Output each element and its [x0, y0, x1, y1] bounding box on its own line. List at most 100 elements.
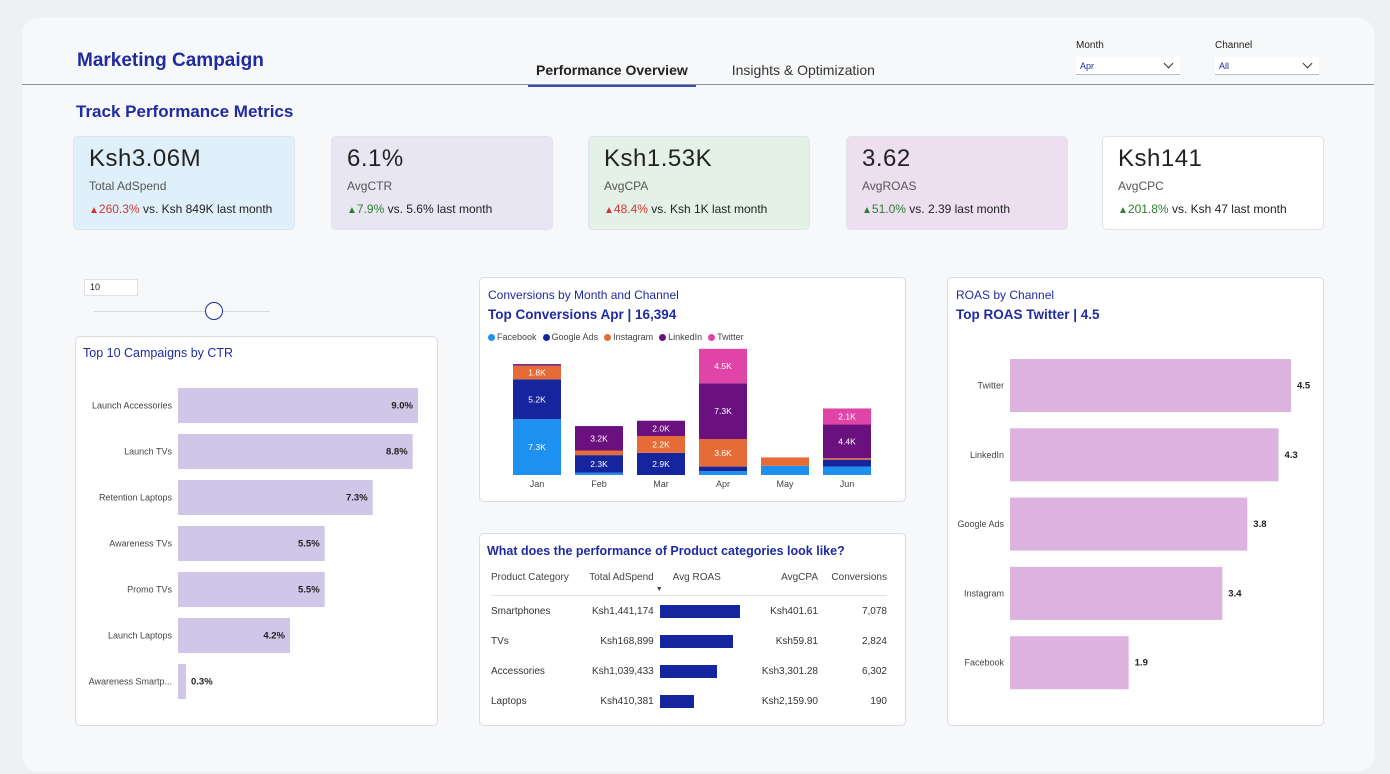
roas-category-label: Instagram — [964, 588, 1004, 598]
column-header[interactable]: AvgCPA — [739, 572, 818, 596]
conversions-data-label: 4.5K — [714, 361, 732, 371]
adspend-cell: Ksh168,899 — [600, 636, 654, 647]
roas-data-bar — [659, 605, 740, 618]
column-header[interactable]: ▼ Avg ROAS — [653, 572, 740, 596]
dashboard-frame: Marketing Campaign Performance Overview … — [22, 18, 1374, 772]
kpi-value: Ksh3.06M — [89, 145, 202, 172]
tab-insights-optimization: Insights & Optimization — [731, 62, 875, 78]
roas-category-label: Facebook — [964, 658, 1004, 668]
conversions-cell: 6,302 — [861, 666, 887, 677]
top-n-slider-track[interactable] — [94, 311, 270, 312]
channel-dropdown[interactable]: All — [1215, 57, 1319, 75]
ctr-category-label: Promo TVs — [127, 585, 172, 595]
roas-data-bar — [659, 635, 733, 648]
month-dropdown[interactable]: Apr — [1076, 57, 1180, 75]
roas-category-label: LinkedIn — [970, 450, 1004, 460]
table-row[interactable]: Smartphones Ksh1,441,174 Ksh401.61 7,078 — [491, 596, 887, 627]
conversions-cell: 190 — [870, 696, 887, 707]
roas-bar[interactable] — [1010, 428, 1279, 482]
conversions-cell: 7,078 — [861, 606, 887, 617]
roas-cell — [654, 686, 740, 716]
kpi-delta: ▲260.3% vs. Ksh 849K last month — [89, 202, 279, 216]
kpi-delta-value: 51.0% — [871, 202, 906, 216]
roas-bar[interactable] — [1010, 636, 1129, 690]
conversions-bar-segment[interactable] — [823, 459, 871, 467]
conversions-data-label: 2.2K — [652, 439, 670, 449]
conversions-bar-segment[interactable] — [699, 471, 747, 475]
conversions-data-label: 2.3K — [590, 459, 608, 469]
top-n-slider-thumb[interactable] — [204, 302, 223, 320]
table-row[interactable]: Accessories Ksh1,039,433 Ksh3,301.28 6,302 — [491, 656, 887, 686]
kpi-label: Total AdSpend — [89, 179, 167, 193]
product-table-title: What does the performance of Product cat… — [487, 544, 845, 558]
conversions-x-tick: Mar — [653, 479, 669, 489]
chevron-down-icon — [1302, 58, 1313, 69]
sort-desc-icon: ▼ — [655, 586, 663, 593]
conversions-bar-segment[interactable] — [575, 450, 623, 456]
conversions-data-label: 2.9K — [652, 459, 670, 469]
conversions-bar-segment[interactable] — [823, 458, 871, 460]
kpi-label: AvgCPC — [1118, 179, 1164, 193]
tab-performance-overview[interactable]: Performance Overview — [528, 60, 696, 87]
kpi-value: Ksh1.53K — [604, 145, 713, 172]
ctr-panel: Top 10 Campaigns by CTR Launch Accessori… — [75, 336, 438, 726]
conversions-data-label: 3.6K — [714, 448, 732, 458]
conversions-x-tick: Jun — [840, 479, 855, 489]
adspend-cell: Ksh1,039,433 — [592, 666, 654, 677]
month-dropdown-value: Apr — [1080, 60, 1095, 71]
kpi-value: 6.1% — [347, 145, 404, 172]
ctr-category-label: Awareness Smartp... — [89, 677, 172, 687]
ctr-bar[interactable] — [178, 480, 373, 515]
column-header[interactable]: Conversions — [818, 572, 887, 596]
column-header[interactable]: Total AdSpend — [578, 572, 654, 596]
conversions-data-label: 7.3K — [714, 406, 732, 416]
header-divider — [22, 84, 1374, 85]
ctr-category-label: Launch Laptops — [108, 631, 173, 641]
ctr-data-label: 5.5% — [298, 539, 320, 550]
conversions-bar-segment[interactable] — [575, 472, 623, 475]
section-title: Track Performance Metrics — [76, 102, 294, 121]
kpi-delta: ▲51.0% vs. 2.39 last month — [862, 202, 1052, 216]
category-cell: Accessories — [491, 666, 545, 677]
ctr-bar[interactable] — [178, 388, 418, 423]
conversions-bar-segment[interactable] — [761, 465, 809, 475]
adspend-cell: Ksh1,441,174 — [592, 606, 654, 617]
roas-bar[interactable] — [1010, 497, 1248, 551]
conversions-x-tick: Jan — [530, 479, 545, 489]
conversions-data-label: 1.8K — [528, 368, 546, 378]
roas-bar-chart: Twitter 4.5 LinkedIn 4.3 Google Ads 3.8 Instag… — [957, 359, 1311, 690]
conversions-bar-segment[interactable] — [761, 457, 809, 466]
kpi-value: Ksh141 — [1118, 145, 1203, 172]
conversions-data-label: 3.2K — [590, 433, 608, 443]
ctr-bar[interactable] — [178, 434, 413, 469]
channel-filter: Channel All — [1215, 40, 1319, 75]
roas-category-label: Google Ads — [957, 519, 1004, 529]
roas-cell — [654, 656, 740, 686]
kpi-label: AvgROAS — [862, 179, 917, 193]
cpa-cell: Ksh3,301.28 — [761, 666, 818, 677]
roas-bar[interactable] — [1010, 359, 1291, 412]
conversions-data-label: 7.3K — [528, 442, 546, 452]
category-cell: Laptops — [491, 696, 527, 707]
kpi-delta-value: 48.4% — [613, 202, 648, 216]
roas-bar[interactable] — [1010, 566, 1223, 620]
kpi-card: 6.1% AvgCTR ▲7.9% vs. 5.6% last month — [331, 136, 553, 230]
adspend-cell: Ksh410,381 — [600, 696, 654, 707]
table-row[interactable]: Laptops Ksh410,381 Ksh2,159.90 190 — [491, 686, 887, 716]
roas-data-label: 3.8 — [1253, 519, 1266, 530]
conversions-bar-segment[interactable] — [699, 466, 747, 472]
ctr-data-label: 9.0% — [391, 401, 413, 412]
column-header[interactable]: Product Category — [491, 572, 579, 596]
trend-up-icon: ▲ — [862, 205, 872, 216]
ctr-category-label: Awareness TVs — [109, 539, 172, 549]
conversions-cell: 2,824 — [861, 636, 887, 647]
ctr-data-label: 0.3% — [191, 677, 213, 688]
conversions-bar-segment[interactable] — [513, 364, 561, 366]
month-filter: Month Apr — [1076, 40, 1180, 75]
conversions-data-label: 5.2K — [528, 394, 546, 404]
conversions-bar-segment[interactable] — [823, 466, 871, 475]
chevron-down-icon — [1163, 58, 1174, 69]
table-row[interactable]: TVs Ksh168,899 Ksh59.81 2,824 — [491, 626, 887, 656]
top-n-input[interactable]: 10 — [84, 279, 138, 296]
ctr-bar[interactable] — [178, 664, 186, 699]
